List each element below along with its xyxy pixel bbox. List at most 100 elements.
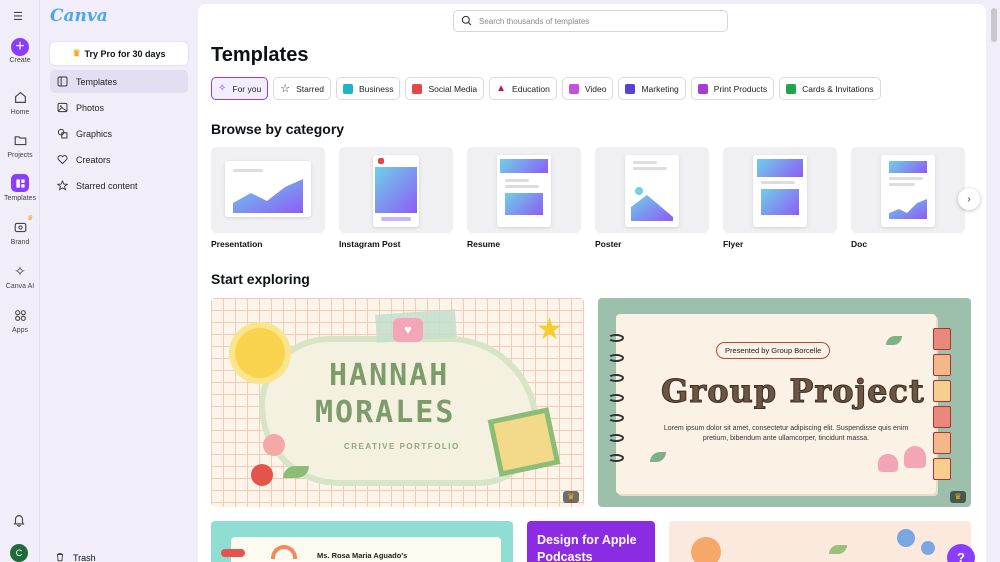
graphics-icon (56, 128, 68, 140)
rail-canva-ai[interactable]: ✧ Canva AI (0, 262, 40, 291)
chevron-right-icon: › (967, 193, 971, 205)
group-project-title: Group Project (661, 372, 925, 411)
category-thumbnail (467, 147, 581, 233)
chip-for-you[interactable]: ✧ For you (211, 77, 269, 100)
rail-brand[interactable]: Brand (0, 218, 40, 246)
category-label: Presentation (211, 239, 263, 249)
panel-item-label: Photos (76, 102, 105, 113)
business-icon (342, 83, 353, 94)
page-title: Templates (211, 44, 309, 66)
pro-crown-badge: ♛ (950, 491, 966, 503)
notebook-tab (933, 432, 951, 454)
presented-by-label: Presented by Group Borcelle (716, 342, 831, 359)
panel-item-label: Starred content (76, 180, 138, 191)
notebook-paper: Presented by Group Borcelle Group Projec… (616, 314, 936, 494)
notebook-tab (933, 328, 951, 350)
crown-icon: ♛ (72, 48, 81, 58)
chip-label: Cards & Invitations (802, 83, 874, 94)
chip-starred[interactable]: ☆ Starred (273, 77, 331, 100)
page-scrollbar[interactable] (988, 0, 1000, 562)
search-input[interactable] (479, 16, 719, 26)
category-poster[interactable]: Poster (595, 147, 709, 249)
chip-cards-invitations[interactable]: Cards & Invitations (779, 77, 881, 100)
leaf-decor-icon (886, 336, 902, 345)
star-decor-icon: ★ (536, 313, 563, 346)
carousel-next-button[interactable]: › (958, 188, 980, 210)
template-card-portfolio[interactable]: ♥ ★ HANNAH MORALES CREATIVE PORTFOLIO ♛ (211, 298, 584, 507)
canva-logo[interactable]: Canva (50, 6, 108, 26)
sun-decor-icon (235, 328, 285, 378)
chip-business[interactable]: Business (335, 77, 401, 100)
rail-apps[interactable]: Apps (0, 306, 40, 334)
category-thumbnail (211, 147, 325, 233)
template-card-classroom[interactable]: Ms. Rosa Maria Aguado's (211, 521, 513, 562)
spiral-ring (608, 394, 624, 402)
video-icon (568, 83, 579, 94)
avatar[interactable]: C (10, 544, 28, 562)
chip-education[interactable]: ▲ Education (489, 77, 557, 100)
card-icon (786, 83, 797, 94)
search-bar[interactable] (453, 10, 728, 32)
panel-item-templates[interactable]: Templates (50, 70, 188, 93)
heart-icon (56, 154, 68, 166)
rail-create[interactable]: + Create (0, 38, 40, 64)
category-thumbnail (851, 147, 965, 233)
crown-icon: ♛ (27, 215, 34, 222)
main-content: Templates ✧ For you ☆ Starred Business S… (198, 4, 986, 562)
panel-item-label: Creators (76, 154, 111, 165)
template-card-sunny[interactable] (669, 521, 971, 562)
chip-label: Marketing (641, 83, 679, 94)
tulip-decor-icon (904, 446, 926, 468)
category-flyer[interactable]: Flyer (723, 147, 837, 249)
chip-label: Video (584, 83, 607, 94)
chip-video[interactable]: Video (561, 77, 614, 100)
star-icon: ☆ (280, 83, 291, 95)
chip-print-products[interactable]: Print Products (690, 77, 775, 100)
rail-templates[interactable]: Templates (0, 174, 40, 202)
apple-podcasts-title: Design for Apple Podcasts (537, 533, 637, 562)
category-label: Resume (467, 239, 501, 249)
templates-icon (56, 76, 68, 88)
spiral-ring (608, 374, 624, 382)
notifications-bell-icon[interactable] (12, 513, 26, 532)
rainbow-icon (271, 545, 297, 559)
category-doc[interactable]: Doc (851, 147, 965, 249)
trash-button[interactable]: Trash (55, 552, 96, 562)
chip-social-media[interactable]: Social Media (405, 77, 485, 100)
cat-photo-frame (487, 407, 561, 477)
notebook-tab (933, 458, 951, 480)
panel-item-starred[interactable]: Starred content (50, 174, 188, 197)
category-resume[interactable]: Resume (467, 147, 581, 249)
try-pro-button[interactable]: ♛ Try Pro for 30 days (50, 42, 188, 65)
category-label: Doc (851, 239, 868, 249)
panel-item-label: Graphics (76, 128, 113, 139)
portfolio-name-line2: MORALES (315, 395, 456, 430)
chip-label: Business (358, 83, 394, 94)
category-thumbnail (595, 147, 709, 233)
notebook-tab (933, 380, 951, 402)
chip-label: For you (232, 83, 262, 94)
panel-item-graphics[interactable]: Graphics (50, 122, 188, 145)
try-pro-label: Try Pro for 30 days (84, 48, 166, 59)
help-label: ? (957, 550, 965, 562)
flower-decor-icon (263, 434, 285, 456)
rail-home[interactable]: Home (0, 88, 40, 116)
sparkle-icon: ✧ (14, 262, 26, 279)
chip-marketing[interactable]: Marketing (618, 77, 686, 100)
category-instagram-post[interactable]: Instagram Post (339, 147, 453, 249)
avatar-initial: C (15, 548, 23, 558)
template-card-apple-podcasts[interactable]: Design for Apple Podcasts (527, 521, 655, 562)
category-presentation[interactable]: Presentation (211, 147, 325, 249)
category-label: Flyer (723, 239, 744, 249)
template-card-group-project[interactable]: Presented by Group Borcelle Group Projec… (598, 298, 971, 507)
panel-item-photos[interactable]: Photos (50, 96, 188, 119)
trash-icon (55, 552, 65, 562)
scrollbar-thumb[interactable] (991, 8, 997, 42)
spiral-ring (608, 334, 624, 342)
panel-item-creators[interactable]: Creators (50, 148, 188, 171)
menu-collapse-icon[interactable]: ☰ (13, 10, 23, 23)
rail-projects[interactable]: Projects (0, 131, 40, 159)
sun-decor-icon (691, 537, 721, 562)
explore-heading: Start exploring (211, 271, 310, 287)
spiral-ring (608, 434, 624, 442)
